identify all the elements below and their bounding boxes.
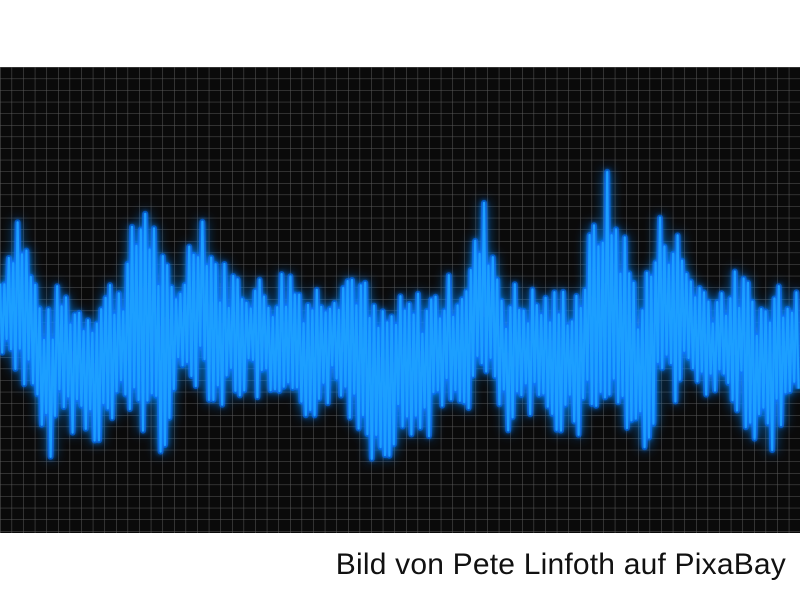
waveform-graphic bbox=[0, 67, 800, 533]
page: Bild von Pete Linfoth auf PixaBay bbox=[0, 0, 800, 600]
waveform-image bbox=[0, 67, 800, 533]
image-credit: Bild von Pete Linfoth auf PixaBay bbox=[335, 548, 786, 581]
